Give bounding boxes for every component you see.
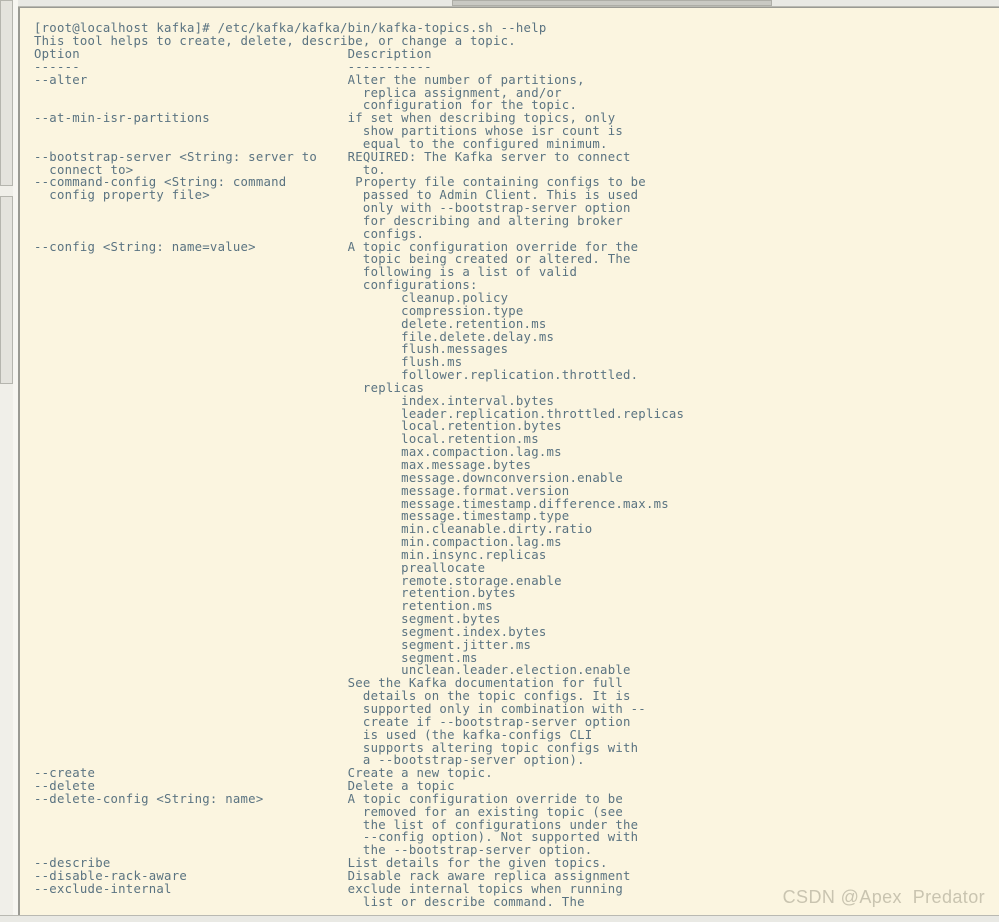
console-line: segment.index.bytes — [34, 624, 547, 639]
console-line: segment.jitter.ms — [34, 637, 532, 652]
console-line: follower.replication.throttled. — [34, 368, 639, 383]
csdn-watermark: CSDN @Apex Predator — [782, 887, 985, 907]
console-line: message.downconversion.enable — [34, 470, 623, 485]
console-output: [root@localhost kafka]# /etc/kafka/kafka… — [20, 20, 999, 908]
console-line: --delete-config <String: name> A topic c… — [34, 791, 623, 806]
console-line: message.format.version — [34, 483, 570, 498]
terminal-window: [root@localhost kafka]# /etc/kafka/kafka… — [0, 0, 999, 922]
console-line: max.message.bytes — [34, 457, 532, 472]
console-line: cleanup.policy — [34, 291, 509, 306]
horizontal-scrollbar[interactable] — [0, 0, 999, 7]
vertical-scrollbar-thumb-lower[interactable] — [0, 196, 13, 384]
terminal-text-pane[interactable]: [root@localhost kafka]# /etc/kafka/kafka… — [18, 7, 999, 915]
console-line: supported only in combination with -- — [34, 702, 646, 717]
vertical-scrollbar-thumb-upper[interactable] — [0, 0, 13, 186]
console-line: Option Description — [34, 46, 432, 61]
console-line: min.compaction.lag.ms — [34, 535, 562, 550]
console-line: preallocate — [34, 560, 486, 575]
console-line: index.interval.bytes — [34, 393, 555, 408]
console-line: is used (the kafka-configs CLI — [34, 727, 593, 742]
console-line: for describing and altering broker — [34, 213, 623, 228]
console-line: --alter Alter the number of partitions, — [34, 72, 585, 87]
console-line: min.insync.replicas — [34, 547, 547, 562]
console-line: delete.retention.ms — [34, 316, 547, 331]
console-line: replicas — [34, 380, 425, 395]
console-line: show partitions whose isr count is — [34, 124, 623, 139]
window-bottom-strip — [0, 915, 999, 922]
console-line: create if --bootstrap-server option — [34, 714, 631, 729]
console-line: equal to the configured minimum. — [34, 136, 608, 151]
console-line: removed for an existing topic (see — [34, 804, 623, 819]
vertical-scrollbar[interactable] — [0, 0, 18, 922]
console-line: --delete Delete a topic — [34, 779, 455, 794]
console-line: ------ ----------- — [34, 59, 432, 74]
console-line: compression.type — [34, 303, 524, 318]
horizontal-scrollbar-thumb[interactable] — [452, 0, 772, 6]
console-line: configs. — [34, 226, 425, 241]
console-line: --disable-rack-aware Disable rack aware … — [34, 868, 631, 883]
console-line: --bootstrap-server <String: server to RE… — [34, 149, 631, 164]
